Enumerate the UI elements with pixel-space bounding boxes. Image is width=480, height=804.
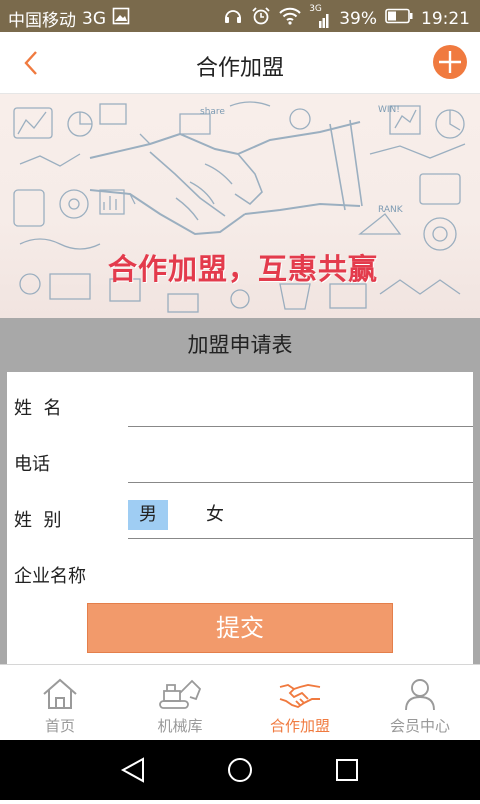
nav-back-icon[interactable] — [120, 757, 144, 783]
company-label: 企业名称 — [14, 566, 86, 587]
cell-signal-icon: 3G — [309, 4, 331, 29]
name-label: 姓 名 — [14, 398, 62, 419]
network-type: 3G — [82, 8, 106, 29]
tab-machinery-label: 机械库 — [157, 717, 203, 735]
tab-cooperation-label: 合作加盟 — [269, 717, 330, 735]
tab-machinery[interactable]: 机械库 — [120, 665, 240, 741]
name-input[interactable] — [128, 372, 473, 427]
battery-percent: 39% — [339, 8, 377, 29]
nav-recents-icon[interactable] — [336, 759, 358, 781]
handshake-icon — [279, 683, 321, 709]
application-form: 姓 名 电话 姓 别 男 女 企业名称 提交 — [7, 372, 473, 664]
form-title: 加盟申请表 — [187, 333, 293, 357]
tab-cooperation[interactable]: 合作加盟 — [240, 665, 360, 741]
name-row: 姓 名 — [7, 372, 473, 428]
tab-home[interactable]: 首页 — [0, 665, 120, 741]
gender-row: 姓 别 — [7, 484, 473, 540]
company-input[interactable] — [128, 540, 473, 595]
title-bar: 合作加盟 — [0, 32, 480, 94]
plus-icon — [439, 51, 461, 73]
phone-input[interactable] — [128, 428, 473, 483]
phone-row: 电话 — [7, 428, 473, 484]
nav-home-icon[interactable] — [228, 758, 252, 782]
banner-slogan: 合作加盟，互惠共赢 — [108, 252, 379, 286]
gallery-icon — [112, 7, 130, 30]
add-button[interactable] — [433, 45, 467, 79]
tab-home-label: 首页 — [44, 717, 75, 735]
wifi-icon — [279, 7, 301, 30]
clock-time: 19:21 — [421, 8, 470, 29]
gender-option-male[interactable]: 男 — [128, 500, 168, 530]
company-row: 企业名称 — [7, 540, 473, 596]
tab-member-center-label: 会员中心 — [389, 717, 450, 735]
person-icon — [405, 679, 435, 711]
headphones-icon — [223, 6, 243, 31]
tab-member-center[interactable]: 会员中心 — [360, 665, 480, 741]
carrier-text: 中国移动 — [8, 11, 76, 31]
alarm-icon — [251, 6, 271, 31]
banner-image[interactable]: share WIN! RANK 合作加盟，互惠共赢 — [0, 94, 480, 318]
phone-label: 电话 — [14, 454, 50, 475]
doodle-word-share: share — [200, 107, 225, 117]
status-bar: 中国移动 3G 3G 39% 19:21 — [0, 0, 480, 32]
system-nav-bar — [0, 740, 480, 800]
home-icon — [43, 678, 77, 709]
battery-icon — [385, 8, 413, 29]
application-form-section: 加盟申请表 姓 名 电话 姓 别 男 女 企业名称 提交 — [0, 318, 480, 664]
submit-button[interactable]: 提交 — [87, 603, 393, 653]
gender-label: 姓 别 — [14, 510, 62, 531]
doodle-word-win: WIN! — [378, 105, 400, 115]
doodle-word-rank: RANK — [378, 205, 404, 215]
excavator-icon — [159, 679, 202, 709]
bottom-tab-bar: 首页 机械库 合作加盟 会员中心 — [0, 664, 480, 740]
page-title: 合作加盟 — [195, 56, 284, 81]
gender-option-female[interactable]: 女 — [195, 500, 235, 530]
gender-field — [128, 484, 473, 539]
